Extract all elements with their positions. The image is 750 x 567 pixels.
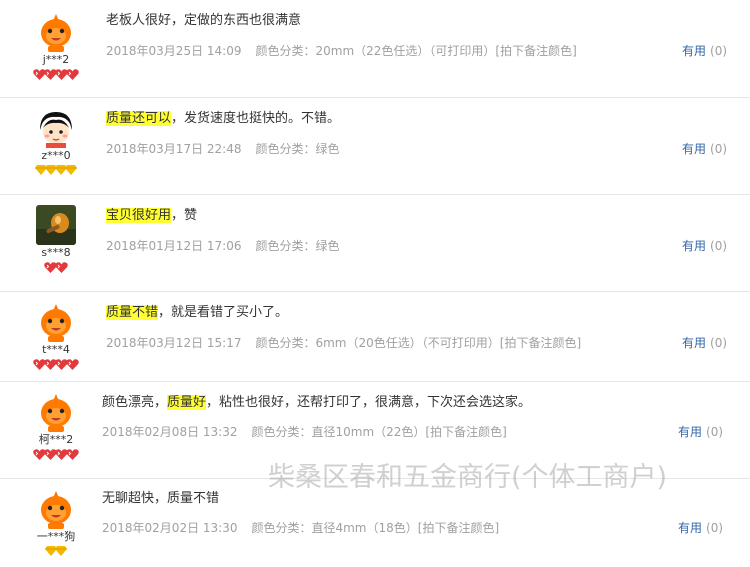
- review-content: 老板人很好，定做的东西也很满意: [106, 12, 301, 30]
- review-user: t***4: [20, 302, 92, 373]
- product-spec: 颜色分类：直径10mm（22色）[拍下备注颜色]: [251, 425, 507, 439]
- review-content: 宝贝很好用，赞: [106, 207, 197, 225]
- review-text: 老板人很好，定做的东西也很满意: [106, 13, 302, 28]
- useful-count: (0): [706, 425, 724, 439]
- review-meta: 2018年03月12日 15:17 颜色分类：6mm（20色任选）（不可打印用）[…: [106, 335, 581, 351]
- review-date: 2018年02月02日 13:30: [102, 521, 238, 535]
- review-text: 无聊超快，质量不错: [102, 491, 220, 506]
- product-spec: 颜色分类：绿色: [255, 142, 340, 156]
- review-date: 2018年01月12日 17:06: [106, 239, 242, 253]
- useful-label[interactable]: 有用: [678, 425, 702, 439]
- review-user: z***0: [20, 108, 92, 179]
- review-user: 柯***2: [20, 392, 92, 463]
- review-meta: 2018年03月17日 22:48 颜色分类：绿色: [106, 141, 340, 157]
- useful-count: (0): [710, 336, 728, 350]
- reviewer-nickname: t***4: [42, 343, 70, 356]
- review-item: s***8 宝贝很好用，赞 2018年01月12日 17:06 颜色分类：绿色 有用 (0…: [0, 195, 750, 292]
- useful-label[interactable]: 有用: [682, 336, 706, 350]
- reviewer-nickname: 柯***2: [38, 433, 74, 446]
- useful-label[interactable]: 有用: [682, 142, 706, 156]
- product-spec: 颜色分类：直径4mm（18色）[拍下备注颜色]: [251, 521, 500, 535]
- review-meta: 2018年02月08日 13:32 颜色分类：直径10mm（22色）[拍下备注颜色…: [102, 424, 507, 440]
- useful-button[interactable]: 有用 (0): [682, 335, 727, 351]
- useful-button[interactable]: 有用 (0): [678, 424, 723, 440]
- shop-watermark: 柴桑区春和五金商行(个体工商户): [268, 462, 668, 493]
- useful-count: (0): [706, 521, 724, 535]
- useful-label[interactable]: 有用: [678, 521, 702, 535]
- review-user: s***8: [20, 205, 92, 276]
- useful-button[interactable]: 有用 (0): [678, 520, 723, 536]
- review-meta: 2018年03月25日 14:09 颜色分类：20mm（22色任选）（可打印用）[…: [106, 43, 577, 59]
- useful-count: (0): [710, 44, 728, 58]
- highlighted-keyword: 质量不错: [106, 305, 159, 320]
- reviewer-nickname: z***0: [41, 149, 71, 162]
- highlighted-keyword: 质量还可以: [106, 111, 172, 126]
- useful-label[interactable]: 有用: [682, 44, 706, 58]
- review-item: j***2 老板人很好，定做的东西也很满意 2018年03月25日 14:09 颜色分…: [0, 0, 750, 98]
- useful-button[interactable]: 有用 (0): [682, 43, 727, 59]
- gold-diamond-icon: [55, 546, 67, 556]
- reviewer-level-badges: [20, 69, 92, 83]
- useful-button[interactable]: 有用 (0): [682, 141, 727, 157]
- useful-count: (0): [710, 239, 728, 253]
- useful-count: (0): [710, 142, 728, 156]
- reviewer-level-badges: [20, 546, 92, 560]
- review-date: 2018年03月12日 15:17: [106, 336, 242, 350]
- reviewer-level-badges: [20, 449, 92, 463]
- highlighted-keyword: 宝贝很好用: [106, 208, 172, 223]
- review-meta: 2018年01月12日 17:06 颜色分类：绿色: [106, 238, 340, 254]
- review-user: j***2: [20, 12, 92, 83]
- reviewer-level-badges: [20, 262, 92, 276]
- review-content: 颜色漂亮，质量好，粘性也很好，还帮打印了，很满意，下次还会选这家。: [102, 394, 531, 412]
- cartoon-girl-avatar[interactable]: [36, 108, 76, 148]
- red-heart-icon: [66, 359, 79, 370]
- review-content: 质量还可以，发货速度也挺快的。不错。: [106, 110, 340, 128]
- review-date: 2018年02月08日 13:32: [102, 425, 238, 439]
- useful-label[interactable]: 有用: [682, 239, 706, 253]
- review-text: ，粘性也很好，还帮打印了，很满意，下次还会选这家。: [206, 395, 532, 410]
- highlighted-keyword: 质量好: [167, 395, 207, 410]
- photo-avatar[interactable]: [36, 205, 76, 245]
- reviewer-nickname: 一***狗: [36, 530, 76, 543]
- reviewer-level-badges: [20, 359, 92, 373]
- orange-mascot-avatar[interactable]: [36, 392, 76, 432]
- reviewer-nickname: j***2: [42, 53, 70, 66]
- review-content: 质量不错，就是看错了买小了。: [106, 304, 288, 322]
- review-item: z***0 质量还可以，发货速度也挺快的。不错。 2018年03月17日 22:48…: [0, 98, 750, 195]
- red-heart-icon: [66, 449, 79, 460]
- orange-mascot-avatar[interactable]: [36, 489, 76, 529]
- review-text: 颜色漂亮，: [102, 395, 168, 410]
- product-spec: 颜色分类：20mm（22色任选）（可打印用）[拍下备注颜色]: [255, 44, 577, 58]
- red-heart-icon: [66, 69, 79, 80]
- review-text: ，发货速度也挺快的。不错。: [171, 111, 341, 126]
- review-text: ，就是看错了买小了。: [158, 305, 289, 320]
- review-text: ，赞: [171, 208, 198, 223]
- review-item: t***4 质量不错，就是看错了买小了。 2018年03月12日 15:17 颜色分类…: [0, 292, 750, 382]
- review-meta: 2018年02月02日 13:30 颜色分类：直径4mm（18色）[拍下备注颜色]: [102, 520, 499, 536]
- product-spec: 颜色分类：6mm（20色任选）（不可打印用）[拍下备注颜色]: [255, 336, 582, 350]
- review-date: 2018年03月25日 14:09: [106, 44, 242, 58]
- review-content: 无聊超快，质量不错: [102, 490, 219, 508]
- reviewer-level-badges: [20, 165, 92, 179]
- orange-mascot-avatar[interactable]: [36, 12, 76, 52]
- gold-diamond-icon: [65, 165, 77, 175]
- product-spec: 颜色分类：绿色: [255, 239, 340, 253]
- red-heart-icon: [55, 262, 68, 273]
- useful-button[interactable]: 有用 (0): [682, 238, 727, 254]
- orange-mascot-avatar[interactable]: [36, 302, 76, 342]
- review-user: 一***狗: [20, 489, 92, 560]
- reviewer-nickname: s***8: [41, 246, 71, 259]
- review-date: 2018年03月17日 22:48: [106, 142, 242, 156]
